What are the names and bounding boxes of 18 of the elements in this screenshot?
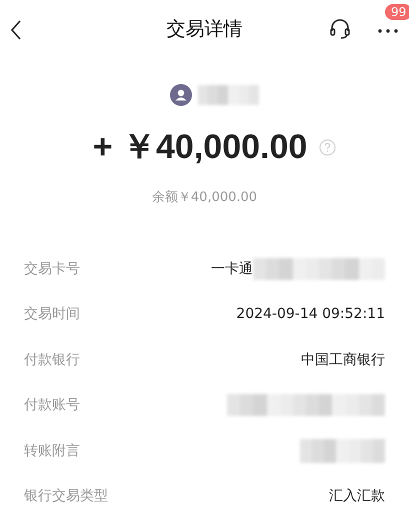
back-icon[interactable] — [10, 20, 22, 40]
headset-icon[interactable] — [329, 18, 351, 40]
field-value: 中国工商银行 — [301, 350, 385, 369]
balance: 余额￥40,000.00 — [150, 189, 258, 206]
amount: + ￥40,000.00 — [92, 127, 308, 168]
notification-badge: 99 — [385, 4, 409, 20]
field-label: 银行交易类型 — [24, 487, 108, 506]
field-label: 付款银行 — [24, 350, 80, 369]
field-value: 一卡通 — [211, 260, 253, 278]
avatar-icon — [170, 84, 192, 106]
more-icon[interactable] — [377, 28, 399, 34]
field-value: 2024-09-14 09:52:11 — [236, 306, 385, 322]
field-label: 交易时间 — [24, 305, 80, 324]
page-title: 交易详情 — [166, 17, 242, 42]
field-label: 付款账号 — [24, 396, 80, 414]
field-label: 交易卡号 — [24, 260, 80, 278]
field-label: 转账附言 — [24, 442, 80, 460]
field-value: 汇入汇款 — [329, 487, 385, 506]
